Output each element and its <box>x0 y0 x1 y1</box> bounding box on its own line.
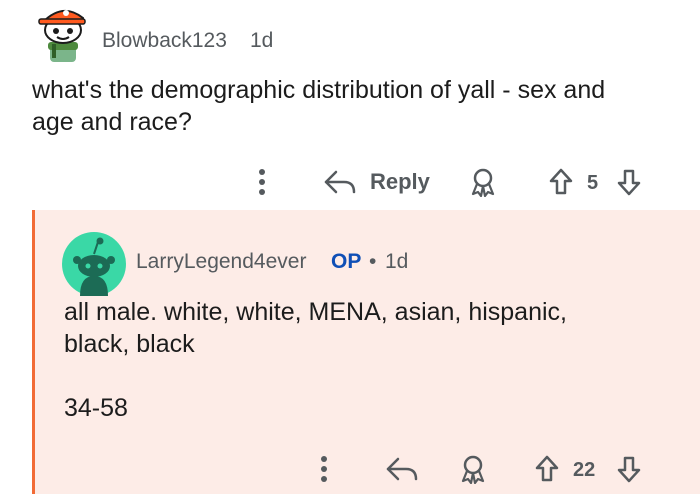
upvote-button[interactable] <box>532 453 562 485</box>
vote-count: 5 <box>587 172 599 194</box>
vote-count: 22 <box>573 459 596 481</box>
award-button[interactable] <box>466 166 500 198</box>
more-options-button[interactable] <box>250 166 274 198</box>
comment-body-line: what's the demographic distribution of y… <box>32 76 606 104</box>
upvote-arrow-icon <box>535 455 559 482</box>
more-vertical-icon <box>259 169 265 195</box>
comment-body-line: 34-58 <box>64 394 128 422</box>
avatar[interactable] <box>34 4 92 62</box>
comment-age: 1d <box>385 250 409 273</box>
reply-arrow-icon <box>386 457 418 481</box>
reply-button[interactable] <box>384 453 420 485</box>
comment-body-line: all male. white, white, MENA, asian, his… <box>64 298 567 326</box>
downvote-button[interactable] <box>614 453 644 485</box>
downvote-button[interactable] <box>614 166 644 198</box>
default-snoo-avatar-icon <box>62 232 126 296</box>
comment-age: 1d <box>250 29 274 52</box>
upvote-button[interactable] <box>546 166 576 198</box>
more-vertical-icon <box>321 456 327 482</box>
comment-blowback123: Blowback123 1d what's the demographic di… <box>0 0 700 210</box>
comment-author[interactable]: Blowback123 <box>102 29 227 53</box>
upvote-arrow-icon <box>549 168 573 195</box>
downvote-arrow-icon <box>617 169 641 196</box>
avatar[interactable] <box>62 232 126 296</box>
reply-button[interactable]: Reply <box>322 166 436 198</box>
op-badge: OP <box>331 250 362 273</box>
comment-body-line: age and race? <box>32 108 192 136</box>
separator-dot: • <box>369 250 377 273</box>
more-options-button[interactable] <box>312 453 336 485</box>
reply-label: Reply <box>370 169 430 194</box>
comment-body: what's the demographic distribution of y… <box>32 74 682 138</box>
comment-body: all male. white, white, MENA, asian, his… <box>64 296 684 424</box>
comment-body-line: black, black <box>64 330 195 358</box>
reply-arrow-icon <box>324 170 356 194</box>
award-button[interactable] <box>456 453 490 485</box>
thread-line[interactable] <box>32 210 35 494</box>
snoo-avatar-icon <box>38 10 86 62</box>
comment-author[interactable]: LarryLegend4ever <box>136 250 306 274</box>
award-icon <box>461 455 485 484</box>
award-icon <box>471 168 495 197</box>
downvote-arrow-icon <box>617 456 641 483</box>
